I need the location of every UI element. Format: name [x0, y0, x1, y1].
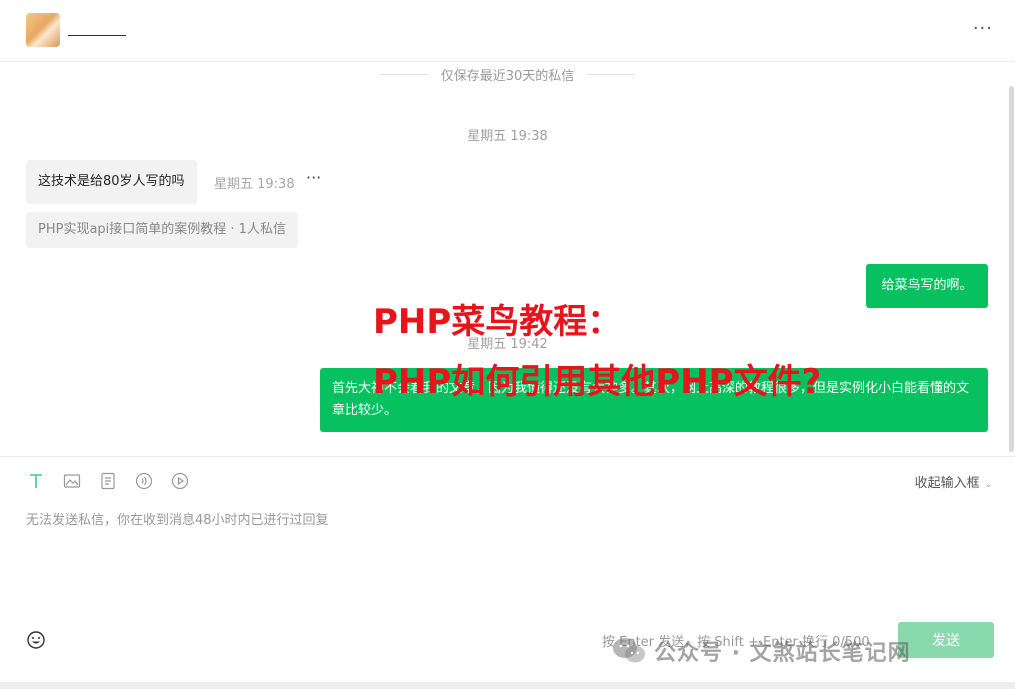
send-button[interactable]: 发送 [898, 622, 994, 658]
collapse-input-button[interactable]: 收起输入框 ⌄ [915, 472, 993, 491]
bottom-strip [0, 682, 1015, 689]
watermark-text: 公众号 · 文煞站长笔记网 [654, 641, 911, 666]
disabled-notice: 无法发送私信，你在收到消息48小时内已进行过回复 [26, 513, 329, 528]
more-options-button[interactable]: ··· [973, 18, 993, 39]
watermark: 公众号 · 文煞站长笔记网 [612, 634, 911, 668]
emoji-icon[interactable] [26, 630, 46, 650]
avatar[interactable] [26, 13, 60, 47]
text-icon[interactable] [26, 471, 46, 491]
message-list: 仅保存最近30天的私信 星期五 19:38 这技术是给80岁人写的吗 星期五 1… [0, 62, 1015, 456]
video-icon[interactable] [170, 471, 190, 491]
overlay-title-line-1: PHP菜鸟教程： [373, 302, 622, 342]
time-divider: 星期五 19:38 [467, 129, 548, 144]
message-more-button[interactable]: ··· [306, 168, 321, 187]
document-icon[interactable] [98, 471, 118, 491]
article-reference-card[interactable]: PHP实现api接口简单的案例教程 · 1人私信 [26, 212, 298, 248]
chat-header: ··· [0, 0, 1015, 62]
chat-window: ··· 仅保存最近30天的私信 星期五 19:38 这技术是给80岁人写的吗 星… [0, 0, 1015, 689]
wechat-logo-icon [613, 638, 645, 663]
retention-notice: 仅保存最近30天的私信 [380, 65, 635, 85]
chevron-down-icon: ⌄ [983, 477, 993, 490]
input-toolbar [26, 471, 190, 491]
incoming-message: 这技术是给80岁人写的吗 [26, 160, 197, 204]
outgoing-message: 给菜鸟写的啊。 [866, 264, 988, 308]
overlay-title-line-2: PHP如何引用其他PHP文件? [373, 362, 822, 402]
contact-name[interactable] [68, 12, 126, 36]
message-time: 星期五 19:38 [214, 177, 295, 192]
image-icon[interactable] [62, 471, 82, 491]
collapse-label: 收起输入框 [914, 476, 980, 491]
voice-icon[interactable] [134, 471, 154, 491]
